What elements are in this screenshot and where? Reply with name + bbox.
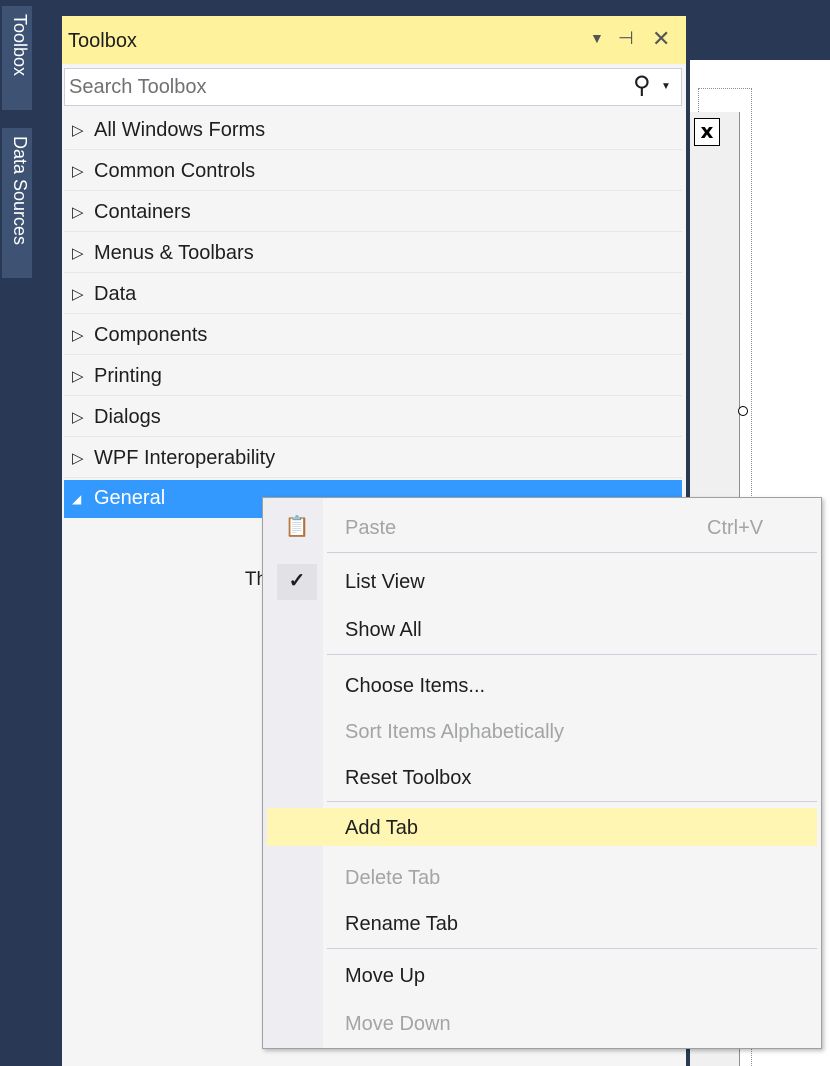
collapsed-arrow-icon: ▷: [72, 450, 84, 467]
menu-separator: [327, 801, 817, 802]
category-common-controls[interactable]: ▷ Common Controls: [64, 153, 682, 191]
menu-item-label: Add Tab: [345, 817, 419, 839]
menu-item-list-view[interactable]: ✓ List View: [267, 562, 817, 600]
side-tab-label: Data Sources: [10, 136, 30, 246]
side-tab-label: Toolbox: [10, 14, 30, 77]
category-containers[interactable]: ▷ Containers: [64, 194, 682, 232]
resize-grip[interactable]: [738, 406, 748, 416]
form-close-button[interactable]: x: [694, 118, 720, 146]
collapsed-arrow-icon: ▷: [72, 245, 84, 262]
menu-item-label: Choose Items...: [345, 675, 486, 697]
chevron-down-icon[interactable]: ▼: [590, 30, 604, 46]
menu-item-choose-items[interactable]: Choose Items...: [267, 666, 817, 704]
category-wpf-interoperability[interactable]: ▷ WPF Interoperability: [64, 440, 682, 478]
category-label: All Windows Forms: [94, 119, 266, 141]
menu-item-label: Paste: [345, 517, 397, 539]
menu-separator: [327, 552, 817, 553]
search-input[interactable]: [69, 73, 609, 101]
pin-icon[interactable]: ⊣: [618, 28, 634, 49]
category-dialogs[interactable]: ▷ Dialogs: [64, 399, 682, 437]
checkmark-icon: ✓: [277, 564, 317, 600]
menu-item-label: List View: [345, 571, 425, 593]
menu-item-paste[interactable]: 📋 Paste Ctrl+V: [267, 508, 817, 546]
toolbox-title-bar[interactable]: Toolbox ▼ ⊣ ✕: [62, 16, 686, 64]
menu-item-rename-tab[interactable]: Rename Tab: [267, 904, 817, 942]
search-icon[interactable]: ⚲: [633, 71, 651, 100]
category-all-windows-forms[interactable]: ▷ All Windows Forms: [64, 112, 682, 150]
menu-item-show-all[interactable]: Show All: [267, 610, 817, 648]
category-label: Containers: [94, 201, 191, 223]
category-label: Menus & Toolbars: [94, 242, 254, 264]
category-label: Components: [94, 324, 208, 346]
menu-item-label: Reset Toolbox: [345, 767, 472, 789]
menu-item-add-tab[interactable]: Add Tab: [267, 808, 817, 846]
menu-item-label: Move Up: [345, 965, 426, 987]
side-tab-strip: Toolbox Data Sources: [0, 0, 58, 1066]
menu-item-delete-tab[interactable]: Delete Tab: [267, 858, 817, 896]
category-label: General: [94, 487, 166, 509]
side-tab-data-sources[interactable]: Data Sources: [2, 128, 32, 278]
category-label: WPF Interoperability: [94, 447, 276, 469]
collapsed-arrow-icon: ▷: [72, 204, 84, 221]
category-data[interactable]: ▷ Data: [64, 276, 682, 314]
category-components[interactable]: ▷ Components: [64, 317, 682, 355]
collapsed-arrow-icon: ▷: [72, 327, 84, 344]
menu-item-label: Show All: [345, 619, 422, 641]
menu-item-label: Move Down: [345, 1013, 451, 1035]
collapsed-arrow-icon: ▷: [72, 286, 84, 303]
menu-item-shortcut: Ctrl+V: [707, 517, 764, 539]
side-tab-toolbox[interactable]: Toolbox: [2, 6, 32, 110]
menu-item-label: Rename Tab: [345, 913, 459, 935]
category-label: Dialogs: [94, 406, 161, 428]
context-menu: 📋 Paste Ctrl+V ✓ List View Show All Choo…: [262, 497, 822, 1049]
collapsed-arrow-icon: ▷: [72, 368, 84, 385]
search-options-chevron-icon[interactable]: ▼: [661, 81, 671, 92]
menu-item-reset-toolbox[interactable]: Reset Toolbox: [267, 758, 817, 796]
category-label: Data: [94, 283, 137, 305]
category-label: Common Controls: [94, 160, 256, 182]
search-box: ⚲ ▼: [64, 68, 682, 106]
menu-item-sort-alphabetically[interactable]: Sort Items Alphabetically: [267, 712, 817, 750]
menu-item-move-down[interactable]: Move Down: [267, 1004, 817, 1042]
category-printing[interactable]: ▷ Printing: [64, 358, 682, 396]
expanded-arrow-icon: ◢: [72, 492, 82, 506]
menu-item-label: Sort Items Alphabetically: [345, 721, 564, 743]
collapsed-arrow-icon: ▷: [72, 122, 84, 139]
menu-item-move-up[interactable]: Move Up: [267, 956, 817, 994]
collapsed-arrow-icon: ▷: [72, 163, 84, 180]
category-label: Printing: [94, 365, 162, 387]
clipboard-icon: 📋: [284, 516, 310, 538]
toolbox-title: Toolbox: [68, 30, 137, 52]
menu-item-label: Delete Tab: [345, 867, 441, 889]
menu-separator: [327, 654, 817, 655]
collapsed-arrow-icon: ▷: [72, 409, 84, 426]
menu-separator: [327, 948, 817, 949]
category-menus-toolbars[interactable]: ▷ Menus & Toolbars: [64, 235, 682, 273]
close-icon[interactable]: ✕: [652, 26, 670, 52]
